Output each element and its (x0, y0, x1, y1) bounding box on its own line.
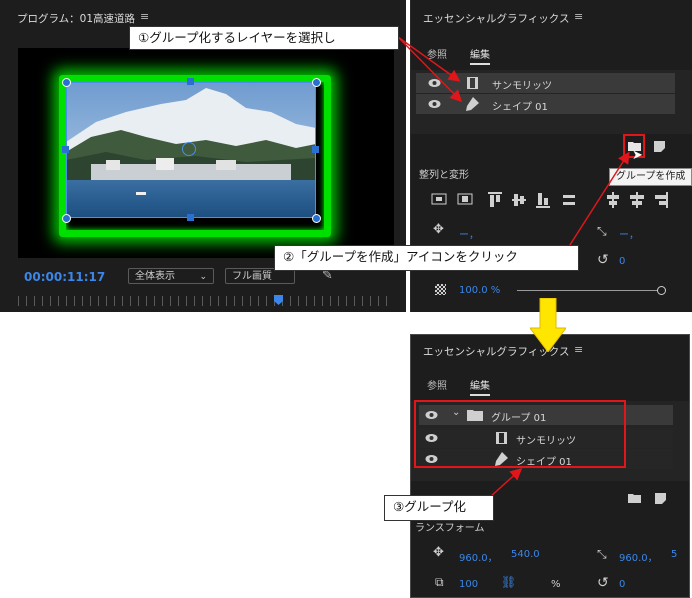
scale-icon: ⤡ (597, 547, 607, 561)
panel-menu-icon[interactable]: ≡ (574, 10, 583, 23)
scale-icon: ⤡ (597, 224, 607, 238)
scale-value[interactable]: ー， (619, 226, 639, 241)
scale-y-value-cut[interactable]: 5 (671, 549, 677, 560)
scale-percent-value[interactable]: 100 (459, 579, 478, 590)
layer-name: シェイプ 01 (492, 102, 548, 113)
tab-edit[interactable]: 編集 (470, 377, 490, 396)
panel-menu-icon[interactable]: ≡ (574, 343, 583, 356)
rotation-value[interactable]: 0 (619, 579, 625, 590)
handle-mid-left[interactable] (62, 146, 69, 153)
create-group-tooltip: グループを作成 (609, 168, 692, 186)
eye-icon[interactable] (428, 99, 441, 109)
opacity-slider-thumb[interactable] (657, 286, 666, 295)
align-horizontal-center-icon[interactable] (457, 192, 473, 206)
handle-mid-right[interactable] (312, 146, 319, 153)
new-layer-icon[interactable] (655, 493, 666, 504)
align-bottom-icon[interactable] (535, 192, 551, 208)
rotation-value[interactable]: 0 (619, 256, 625, 267)
align-top-icon[interactable] (487, 192, 503, 208)
anchor-point-icon[interactable] (182, 142, 196, 156)
new-group-icon[interactable] (628, 493, 641, 503)
position-y-value[interactable]: 540.0 (511, 549, 540, 560)
position-x-value[interactable]: 960.0， (459, 549, 498, 564)
section-align-transform: 整列と変形 (419, 170, 469, 181)
program-monitor-title: プログラム：01高速道路 (17, 13, 136, 25)
distribute-vertical-icon[interactable] (561, 192, 577, 208)
zoom-dropdown[interactable]: 全体表示 ⌄ (128, 268, 214, 284)
rotation-icon: ↺ (597, 575, 609, 591)
handle-top-mid[interactable] (187, 78, 194, 85)
scale-x-value[interactable]: 960.0， (619, 549, 658, 564)
section-transform: ランスフォーム (415, 523, 485, 534)
tab-edit[interactable]: 編集 (470, 46, 490, 65)
handle-bottom-mid[interactable] (187, 214, 194, 221)
down-arrow-icon (530, 298, 566, 352)
panel-title: エッセンシャルグラフィックス (423, 13, 570, 25)
position-icon: ✥ (433, 222, 444, 237)
opacity-slider-track[interactable] (517, 290, 661, 291)
handle-top-left[interactable] (62, 78, 71, 87)
layer-name: サンモリッツ (492, 81, 552, 92)
tab-browse[interactable]: 参照 (427, 46, 447, 61)
align-right-icon[interactable] (653, 192, 669, 208)
opacity-icon (435, 284, 446, 295)
opacity-value[interactable]: 100.0 % (459, 285, 500, 296)
rotation-icon: ↺ (597, 252, 609, 268)
align-vertical-center-icon[interactable] (431, 192, 447, 206)
position-value[interactable]: ー， (459, 226, 479, 241)
new-layer-icon[interactable] (654, 141, 665, 152)
link-icon[interactable]: ⛓ (501, 575, 516, 589)
scale-box-icon: ⧉ (435, 575, 444, 589)
layer-list: サンモリッツ シェイプ 01 (411, 70, 692, 134)
align-left-icon[interactable] (605, 192, 621, 208)
handle-bottom-left[interactable] (62, 214, 71, 223)
layer-row-shape[interactable]: シェイプ 01 (416, 94, 675, 114)
film-icon (467, 77, 478, 89)
video-frame (18, 48, 394, 258)
zoom-dropdown-value: 全体表示 (135, 271, 175, 282)
callout-step3: ③グループ化 (384, 495, 494, 521)
callout-step1: ①グループ化するレイヤーを選択し (129, 26, 399, 50)
chevron-down-icon: ⌄ (199, 272, 207, 282)
handle-bottom-right[interactable] (312, 214, 321, 223)
align-buttons (431, 192, 691, 210)
layer-row-sanmoritz[interactable]: サンモリッツ (416, 73, 675, 93)
eye-icon[interactable] (428, 78, 441, 88)
tab-browse[interactable]: 参照 (427, 377, 447, 392)
program-monitor-menu-icon[interactable]: ≡ (140, 10, 149, 23)
highlight-group-layers (414, 400, 626, 468)
timecode[interactable]: 00:00:11:17 (24, 270, 105, 284)
position-icon: ✥ (433, 545, 444, 560)
percent-label: % (551, 579, 561, 590)
align-center-icon[interactable] (629, 192, 645, 208)
handle-top-right[interactable] (312, 78, 321, 87)
cursor-icon: ➤ (632, 148, 643, 163)
quality-dropdown-value: フル画質 (232, 271, 272, 282)
callout-step2: ②「グループを作成」アイコンをクリック (274, 245, 579, 271)
pen-icon (466, 97, 479, 111)
align-middle-icon[interactable] (511, 192, 527, 208)
timeline-ruler[interactable] (18, 296, 394, 306)
